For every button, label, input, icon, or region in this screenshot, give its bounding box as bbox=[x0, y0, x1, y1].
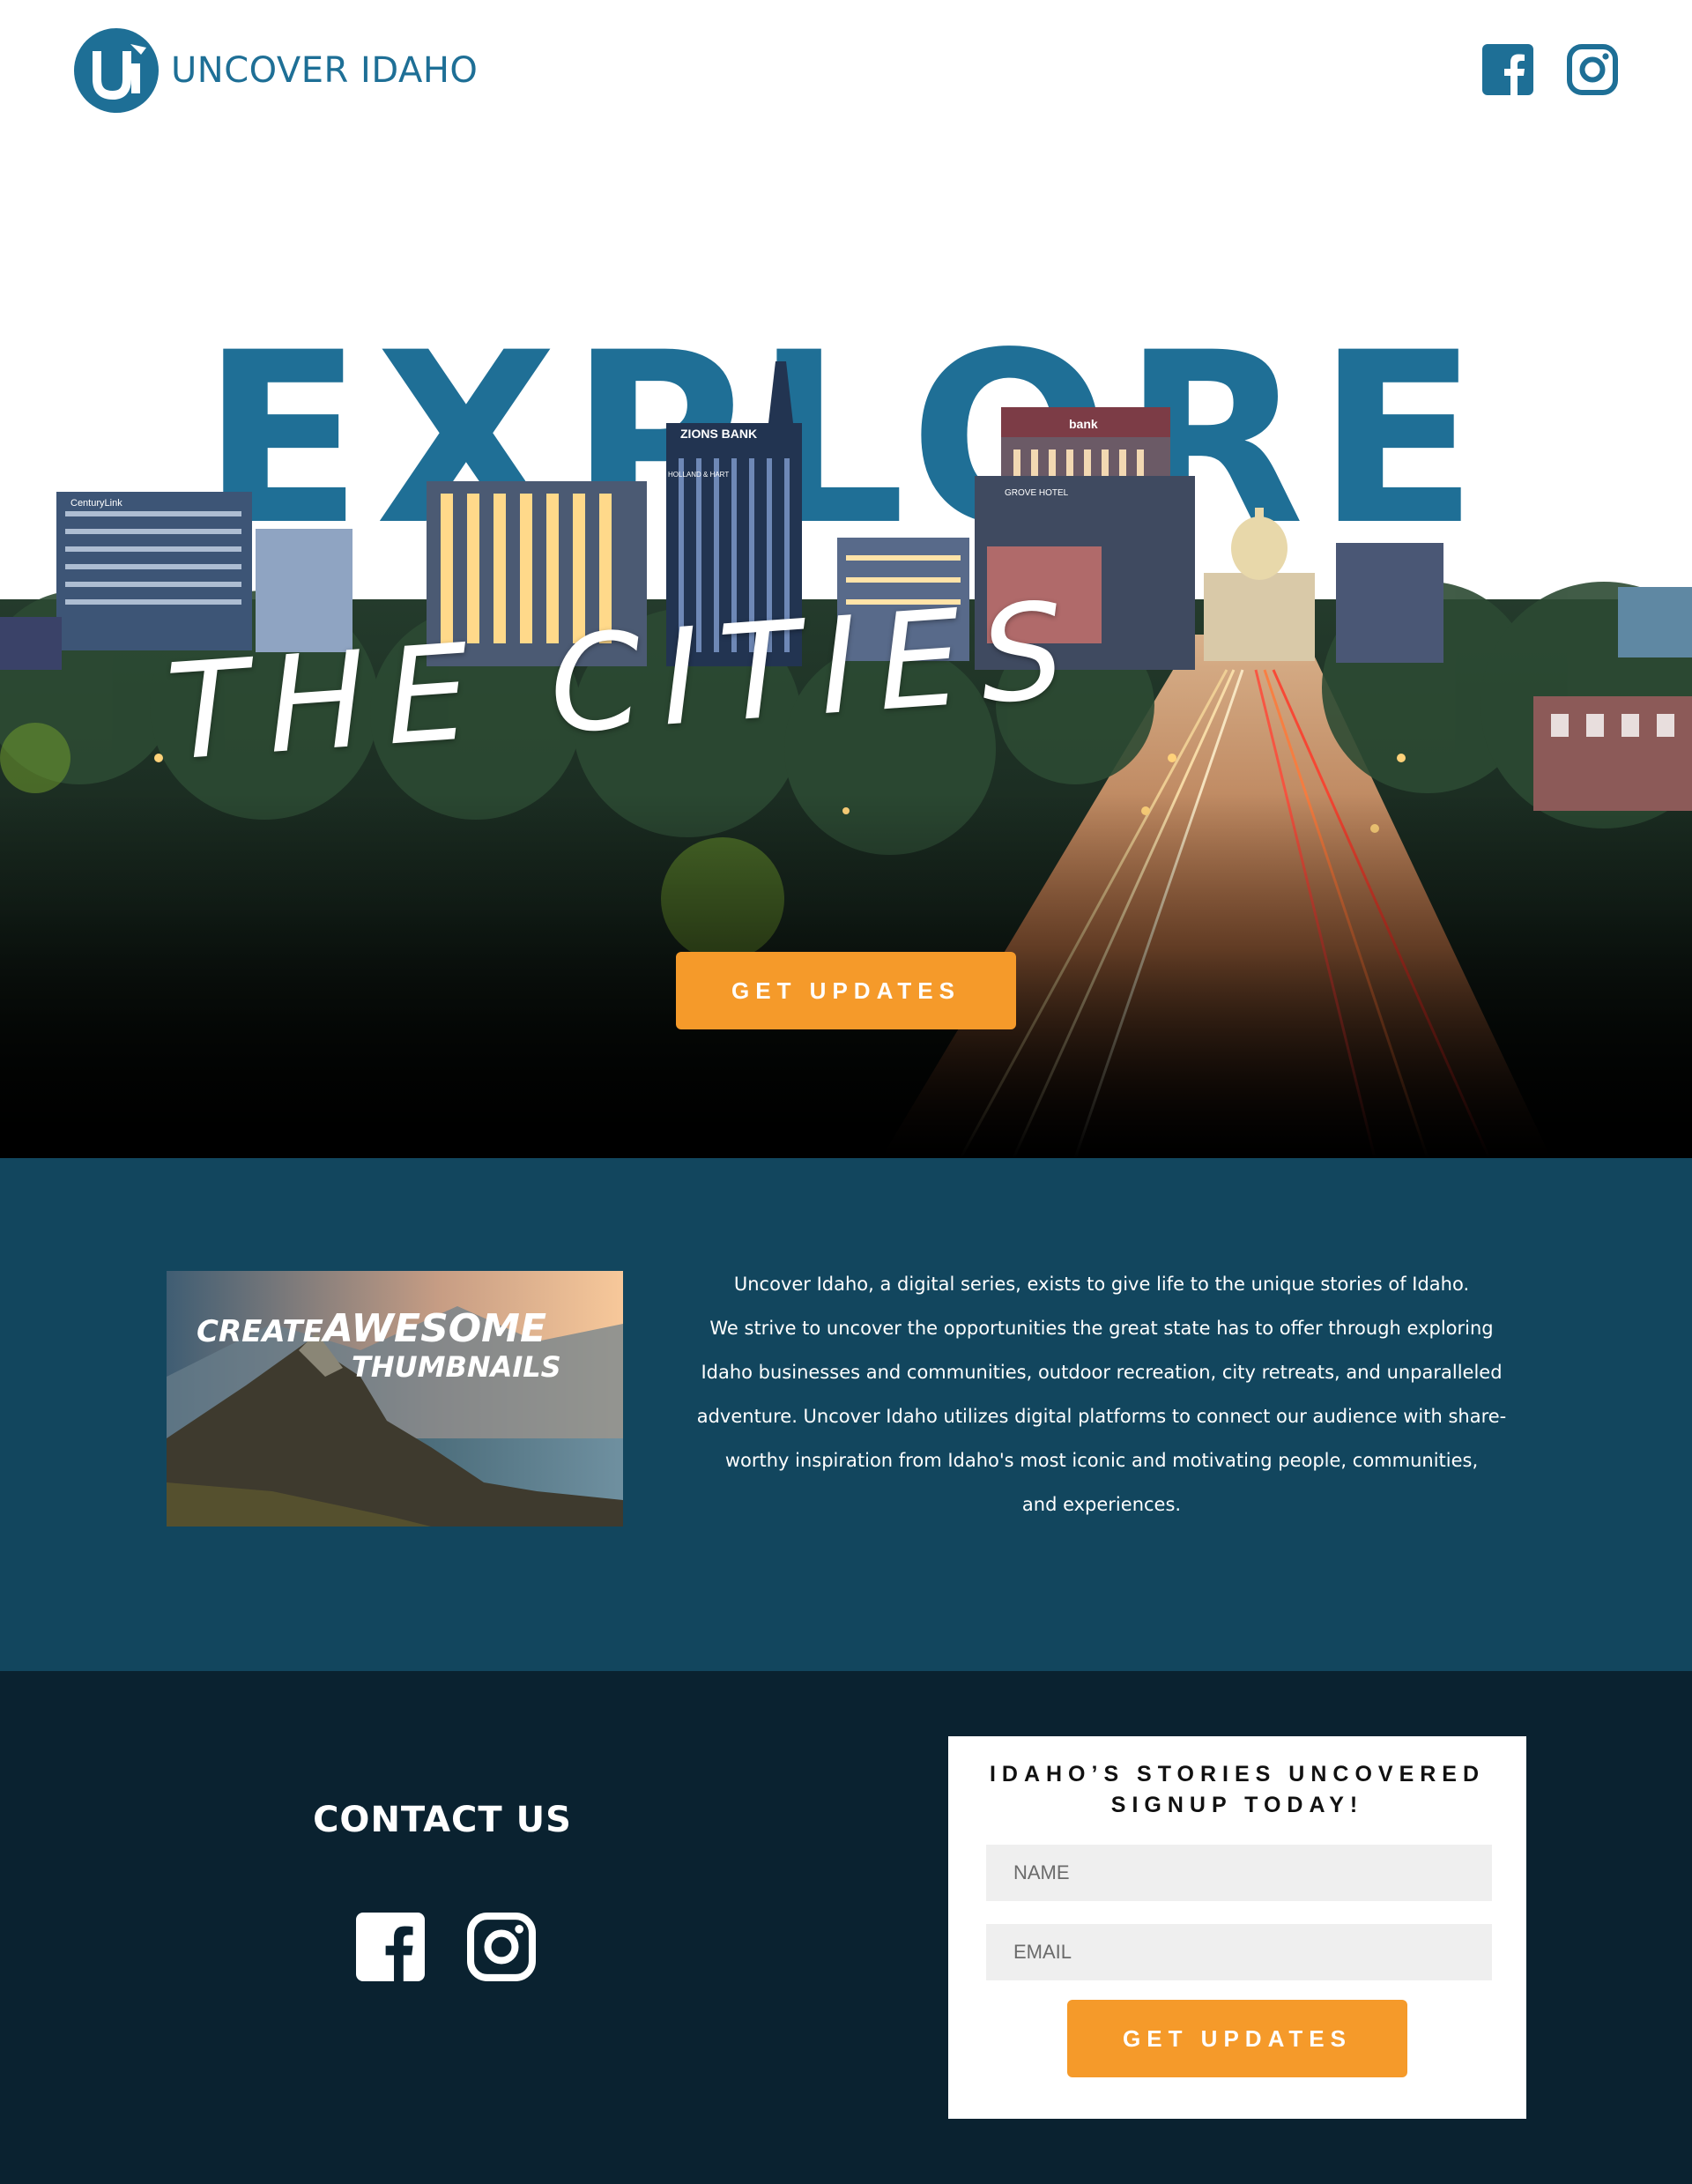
about-line: adventure. Uncover Idaho utilizes digita… bbox=[696, 1406, 1507, 1427]
facebook-icon[interactable] bbox=[1482, 44, 1533, 95]
thumbnail-title: CREATEAWESOME THUMBNAILS bbox=[197, 1310, 561, 1385]
building-sign-bank: bank bbox=[1069, 417, 1098, 431]
header-social-links bbox=[1482, 44, 1618, 95]
logo-mark-icon bbox=[74, 28, 159, 113]
signup-get-updates-button[interactable]: GET UPDATES bbox=[1067, 2000, 1407, 2077]
building-sign-grove-hotel: GROVE HOTEL bbox=[1005, 488, 1069, 498]
signup-heading: IDAHO’S STORIES UNCOVERED SIGNUP TODAY! bbox=[948, 1759, 1526, 1821]
footer-social-links bbox=[356, 1913, 536, 1981]
instagram-icon[interactable] bbox=[1567, 44, 1618, 95]
site-footer: CONTACT US IDAHO’S STORIES UNCOVERED SIG… bbox=[0, 1671, 1692, 2184]
about-line: We strive to uncover the opportunities t… bbox=[709, 1318, 1494, 1339]
instagram-icon[interactable] bbox=[467, 1913, 536, 1981]
about-line: worthy inspiration from Idaho's most ico… bbox=[724, 1450, 1479, 1471]
about-description: Uncover Idaho, a digital series, exists … bbox=[696, 1262, 1507, 1527]
logo-wordmark: UNCOVER IDAHO bbox=[171, 50, 479, 91]
signup-form: IDAHO’S STORIES UNCOVERED SIGNUP TODAY! … bbox=[948, 1736, 1526, 2119]
site-header: UNCOVER IDAHO bbox=[0, 0, 1692, 141]
about-line: Uncover Idaho, a digital series, exists … bbox=[733, 1274, 1470, 1295]
hero-section: EXPLORE CenturyLink ZIONS BANK HOLLAND &… bbox=[0, 141, 1692, 1158]
building-sign-holland-hart: HOLLAND & HART bbox=[668, 471, 729, 479]
contact-title: CONTACT US bbox=[313, 1800, 572, 1840]
video-thumbnail[interactable]: CREATEAWESOME THUMBNAILS bbox=[167, 1271, 623, 1527]
about-section: CREATEAWESOME THUMBNAILS Uncover Idaho, … bbox=[0, 1158, 1692, 1671]
signup-heading-line2: SIGNUP TODAY! bbox=[1110, 1793, 1364, 1817]
hero-get-updates-button[interactable]: GET UPDATES bbox=[676, 952, 1016, 1029]
thumbnail-line1b: AWESOME bbox=[323, 1306, 547, 1351]
about-line: and experiences. bbox=[1021, 1494, 1182, 1515]
facebook-icon[interactable] bbox=[356, 1913, 425, 1981]
signup-heading-line1: IDAHO’S STORIES UNCOVERED bbox=[989, 1762, 1486, 1787]
thumbnail-line2: THUMBNAILS bbox=[352, 1350, 561, 1384]
thumbnail-line1a: CREATE bbox=[197, 1314, 323, 1349]
about-line: Idaho businesses and communities, outdoo… bbox=[701, 1362, 1503, 1383]
building-sign-centurylink: CenturyLink bbox=[70, 498, 122, 509]
name-input[interactable] bbox=[986, 1845, 1492, 1901]
building-sign-zions-bank: ZIONS BANK bbox=[680, 427, 757, 441]
email-input[interactable] bbox=[986, 1924, 1492, 1980]
site-logo[interactable]: UNCOVER IDAHO bbox=[74, 28, 478, 113]
